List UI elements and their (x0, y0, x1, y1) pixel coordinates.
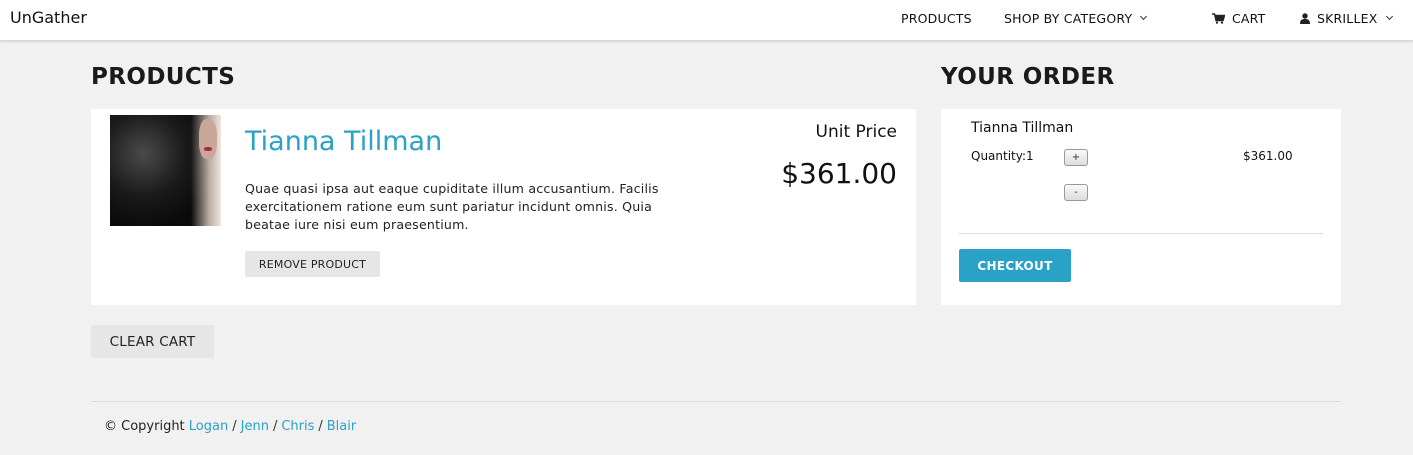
nav-user-dropdown[interactable]: SKRILLEX (1300, 11, 1393, 26)
brand-logo[interactable]: UnGather (10, 8, 87, 27)
order-divider (959, 233, 1323, 234)
product-description: Quae quasi ipsa aut eaque cupiditate ill… (245, 181, 659, 232)
clear-cart-button[interactable]: CLEAR CART (91, 325, 214, 358)
author-link-jenn[interactable]: Jenn (241, 419, 269, 434)
nav-category-label: SHOP BY CATEGORY (1004, 11, 1133, 26)
your-order-heading: YOUR ORDER (941, 64, 1115, 90)
chevron-down-icon (1140, 12, 1148, 21)
nav-shop-by-category-dropdown[interactable]: SHOP BY CATEGORY (1004, 11, 1148, 26)
products-heading: PRODUCTS (91, 64, 236, 90)
nav-cart-label: CART (1232, 11, 1266, 26)
footer-divider (91, 401, 1341, 402)
footer-copyright: © Copyright Logan / Jenn / Chris / Blair (104, 419, 357, 434)
top-navbar: UnGather PRODUCTS SHOP BY CATEGORY CART … (0, 0, 1413, 41)
author-link-logan[interactable]: Logan (189, 419, 228, 434)
order-item-price: $361.00 (1243, 149, 1293, 163)
unit-price-value: $361.00 (781, 157, 897, 190)
author-link-chris[interactable]: Chris (281, 419, 314, 434)
unit-price-label: Unit Price (815, 122, 897, 142)
chevron-down-icon (1385, 12, 1393, 21)
quantity-decrease-button[interactable]: - (1064, 184, 1088, 201)
remove-product-button[interactable]: REMOVE PRODUCT (245, 251, 380, 277)
order-item-name: Tianna Tillman (971, 120, 1074, 136)
user-icon (1300, 13, 1310, 24)
cart-product-card: Tianna Tillman Quae quasi ipsa aut eaque… (91, 109, 916, 305)
checkout-button[interactable]: CHECKOUT (959, 249, 1071, 282)
nav-products-link[interactable]: PRODUCTS (901, 11, 972, 26)
product-thumbnail[interactable] (110, 115, 221, 226)
order-summary-card: Tianna Tillman Quantity:1 + - $361.00 CH… (941, 109, 1341, 305)
nav-products-label: PRODUCTS (901, 11, 972, 26)
cart-icon (1212, 13, 1225, 24)
product-name-link[interactable]: Tianna Tillman (245, 126, 442, 157)
copyright-text: © Copyright (104, 419, 185, 434)
quantity-increase-button[interactable]: + (1064, 149, 1088, 166)
nav-user-label: SKRILLEX (1317, 11, 1378, 26)
author-link-blair[interactable]: Blair (327, 419, 356, 434)
nav-cart-link[interactable]: CART (1212, 11, 1266, 26)
quantity-label: Quantity:1 (971, 149, 1034, 163)
